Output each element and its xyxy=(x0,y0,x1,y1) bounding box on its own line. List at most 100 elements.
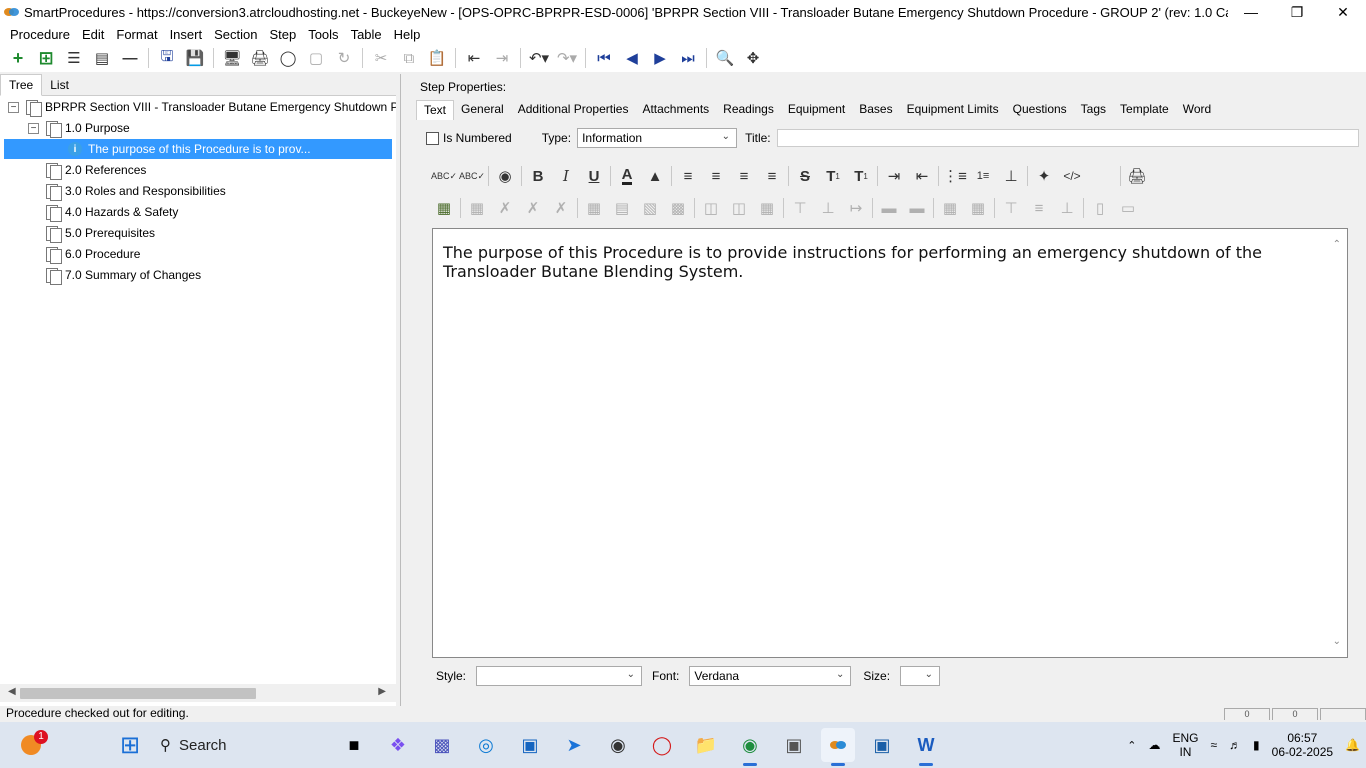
previous-icon[interactable]: ◀ xyxy=(621,47,643,69)
opera-icon[interactable]: ◯ xyxy=(645,728,679,762)
chrome-icon[interactable]: ◉ xyxy=(733,728,767,766)
move-row-icon[interactable]: ↦ xyxy=(843,196,869,220)
app-window-icon[interactable]: ▣ xyxy=(777,728,811,762)
tab-tags[interactable]: Tags xyxy=(1074,100,1113,120)
border-none-icon[interactable]: ▦ xyxy=(965,196,991,220)
wifi-icon[interactable]: ≈ xyxy=(1210,738,1217,752)
subscript-icon[interactable]: T1 xyxy=(848,164,874,188)
remote-desktop-icon[interactable]: ➤ xyxy=(557,728,591,762)
split-cells-icon[interactable]: ▧ xyxy=(637,196,663,220)
tab-tree[interactable]: Tree xyxy=(0,74,43,96)
vertical-bar-icon[interactable]: ▯ xyxy=(1087,196,1113,220)
title-input[interactable] xyxy=(776,129,1359,147)
spell-check-icon[interactable]: ABC✓ xyxy=(431,164,457,188)
decrease-indent-icon[interactable]: ⇤ xyxy=(909,164,935,188)
minimize-icon[interactable]: — xyxy=(1228,0,1274,24)
insert-row-above-icon[interactable]: ⊤ xyxy=(787,196,813,220)
taskbar-search[interactable]: ⚲ Search xyxy=(152,728,332,762)
copilot-icon[interactable]: ❖ xyxy=(381,728,415,762)
delete-row-icon[interactable]: ✗ xyxy=(520,196,546,220)
menu-procedure[interactable]: Procedure xyxy=(4,27,76,42)
tree-horizontal-scrollbar[interactable]: ◀ ▶ xyxy=(0,684,396,702)
properties-icon[interactable]: ☰ xyxy=(63,47,85,69)
tree-item-summary[interactable]: 7.0 Summary of Changes xyxy=(45,265,201,285)
increase-indent-icon[interactable]: ⇥ xyxy=(881,164,907,188)
cell-color-icon[interactable]: ▩ xyxy=(665,196,691,220)
language-indicator[interactable]: ENG IN xyxy=(1172,731,1198,759)
preview-icon[interactable]: 🖥 xyxy=(221,47,243,69)
remote-app-icon[interactable]: ▣ xyxy=(865,728,899,762)
redo-step-icon[interactable]: ↻ xyxy=(333,47,355,69)
add-icon[interactable]: + xyxy=(7,47,29,69)
tree-item-hazards[interactable]: 4.0 Hazards & Safety xyxy=(45,202,178,222)
paste-icon[interactable]: 📋 xyxy=(426,47,448,69)
menu-tools[interactable]: Tools xyxy=(302,27,344,42)
battery-icon[interactable]: ▮ xyxy=(1253,738,1260,752)
restore-icon[interactable]: ❐ xyxy=(1274,0,1320,24)
tree-item-roles[interactable]: 3.0 Roles and Responsibilities xyxy=(45,181,226,201)
next-icon[interactable]: ▶ xyxy=(649,47,671,69)
menu-table[interactable]: Table xyxy=(345,27,388,42)
style-select[interactable]: ⌄ xyxy=(476,666,643,686)
merge-cells-icon[interactable]: ▤ xyxy=(609,196,635,220)
italic-icon[interactable]: I xyxy=(553,164,579,188)
store-icon[interactable]: ▣ xyxy=(513,728,547,762)
undo-icon[interactable]: ↶▾ xyxy=(528,47,550,69)
redo-icon[interactable]: ↷▾ xyxy=(556,47,578,69)
save-icon[interactable]: 💾 xyxy=(184,47,206,69)
windows-start-icon[interactable]: ⊞ xyxy=(113,728,147,762)
insert-table-icon[interactable]: ▦ xyxy=(431,196,457,220)
scrollbar-thumb[interactable] xyxy=(20,688,256,699)
magic-wand-icon[interactable]: ✦ xyxy=(1031,164,1057,188)
weather-widget-icon[interactable]: 1 xyxy=(14,728,48,762)
bold-icon[interactable]: B xyxy=(525,164,551,188)
tree-item-selected-step[interactable]: i The purpose of this Procedure is to pr… xyxy=(4,139,392,159)
volume-icon[interactable]: ♬ xyxy=(1229,738,1241,752)
tab-text[interactable]: Text xyxy=(416,100,455,120)
highlight-color-icon[interactable]: ▲ xyxy=(642,164,668,188)
tree-item-prerequisites[interactable]: 5.0 Prerequisites xyxy=(45,223,155,243)
edge-icon[interactable]: ◎ xyxy=(469,728,503,762)
html-source-icon[interactable]: </> xyxy=(1059,164,1085,188)
superscript-icon[interactable]: T1 xyxy=(820,164,846,188)
align-right-icon[interactable]: ≡ xyxy=(731,164,757,188)
tree-item-references[interactable]: 2.0 References xyxy=(45,160,146,180)
delete-column-icon[interactable]: ✗ xyxy=(548,196,574,220)
horizontal-bar-icon[interactable]: ▭ xyxy=(1115,196,1141,220)
tab-list[interactable]: List xyxy=(42,75,77,95)
step-text-editor[interactable]: The purpose of this Procedure is to prov… xyxy=(432,228,1348,658)
menu-edit[interactable]: Edit xyxy=(76,27,110,42)
scroll-left-icon[interactable]: ◀ xyxy=(8,686,16,697)
type-select[interactable]: Information ⌄ xyxy=(577,128,738,148)
tab-additional-properties[interactable]: Additional Properties xyxy=(511,100,636,120)
underline-icon[interactable]: U xyxy=(581,164,607,188)
insert-column-left-icon[interactable]: ◫ xyxy=(698,196,724,220)
row-height-icon[interactable]: ▬ xyxy=(876,196,902,220)
bulleted-list-icon[interactable]: ⋮≡ xyxy=(942,164,968,188)
horizontal-line-icon[interactable]: ⊥ xyxy=(998,164,1024,188)
save-copy-icon[interactable]: 🖫 xyxy=(156,47,178,69)
cell-properties-icon[interactable]: ▦ xyxy=(581,196,607,220)
tree-item-procedure[interactable]: 6.0 Procedure xyxy=(45,244,140,264)
is-numbered-checkbox[interactable] xyxy=(426,131,439,145)
menu-insert[interactable]: Insert xyxy=(164,27,209,42)
border-all-icon[interactable]: ▦ xyxy=(937,196,963,220)
task-view-icon[interactable]: ■ xyxy=(337,728,371,762)
scroll-right-icon[interactable]: ▶ xyxy=(378,686,386,697)
size-select[interactable]: ⌄ xyxy=(900,666,941,686)
file-explorer-icon[interactable]: 📁 xyxy=(689,728,723,762)
teams-icon[interactable]: ▩ xyxy=(425,728,459,762)
font-select[interactable]: Verdana ⌄ xyxy=(689,666,852,686)
add-child-icon[interactable]: ⊞ xyxy=(35,47,57,69)
move-icon[interactable]: ✥ xyxy=(742,47,764,69)
menu-help[interactable]: Help xyxy=(388,27,427,42)
step-text-content[interactable]: The purpose of this Procedure is to prov… xyxy=(443,243,1323,281)
tab-readings[interactable]: Readings xyxy=(716,100,781,120)
show-hidden-icons-icon[interactable]: ⌃ xyxy=(1127,739,1136,752)
strikethrough-icon[interactable]: S xyxy=(792,164,818,188)
copy-icon[interactable]: ⧉ xyxy=(398,47,420,69)
print-icon[interactable]: 🖨 xyxy=(249,47,271,69)
notifications-icon[interactable]: 🔔 xyxy=(1345,738,1360,752)
find-icon[interactable]: 🔍 xyxy=(714,47,736,69)
tab-word[interactable]: Word xyxy=(1176,100,1218,120)
